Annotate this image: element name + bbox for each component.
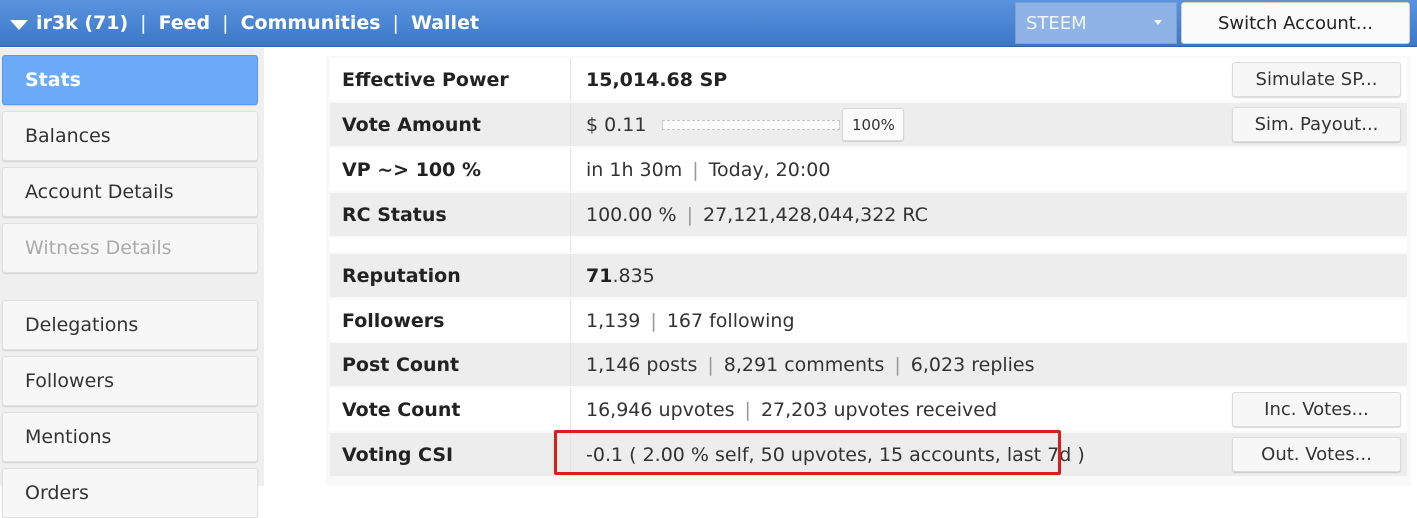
row-label: Voting CSI [342,443,454,466]
row-label: Followers [342,309,445,332]
row-label: Vote Amount [342,113,481,136]
top-bar: ir3k (71) | Feed | Communities | Wallet … [0,0,1417,47]
nav-separator: | [392,12,399,34]
row-label: VP ~> 100 % [342,158,482,181]
value-separator: | [692,158,699,181]
top-nav: ir3k (71) | Feed | Communities | Wallet [10,0,479,46]
column-divider [570,388,571,431]
following-count: 167 following [666,309,795,332]
row-value: 71.835 [586,254,655,297]
nav-separator: | [140,12,147,34]
sidebar-item-delegations[interactable]: Delegations [2,300,258,350]
sim-payout-button[interactable]: Sim. Payout... [1232,107,1401,142]
nav-account-link[interactable]: ir3k (71) [36,12,128,34]
reputation-fraction: .835 [612,264,655,287]
reputation-integer: 71 [586,264,613,287]
row-value: 1,139 | 167 following [586,299,795,342]
row-value: 16,946 upvotes | 27,203 upvotes received [586,388,997,431]
sidebar-item-account-details[interactable]: Account Details [2,167,258,217]
row-label: Vote Count [342,398,461,421]
row-vp: VP ~> 100 % in 1h 30m | Today, 20:00 [330,148,1407,191]
column-divider [570,103,571,146]
value-separator: | [650,309,657,332]
account-dropdown-icon[interactable] [10,19,28,30]
column-divider [570,193,571,236]
row-label: Reputation [342,264,461,287]
row-followers: Followers 1,139 | 167 following [330,299,1407,342]
upvotes-count: 16,946 upvotes [586,398,735,421]
sidebar-item-witness-details: Witness Details [2,223,258,273]
vote-weight-percent[interactable]: 100% [842,108,905,141]
replies-count: 6,023 replies [910,353,1035,376]
incoming-votes-button[interactable]: Inc. Votes... [1232,392,1401,427]
stats-table: Effective Power 15,014.68 SP Simulate SP… [326,56,1411,486]
sidebar-item-stats[interactable]: Stats [2,55,258,105]
vote-amount-value: $ 0.11 [586,113,647,136]
row-label: Post Count [342,353,460,376]
column-divider [570,238,571,252]
sidebar: Stats Balances Account Details Witness D… [0,48,264,518]
row-vote-count: Vote Count 16,946 upvotes | 27,203 upvotes… [330,388,1407,431]
voting-csi-value: -0.1 ( 2.00 % self, 50 upvotes, 15 accou… [586,443,1085,466]
row-spacer [330,238,1407,252]
sidebar-item-balances[interactable]: Balances [2,111,258,161]
posts-count: 1,146 posts [586,353,698,376]
rc-percent: 100.00 % [586,203,677,226]
row-label: RC Status [342,203,447,226]
row-voting-csi: Voting CSI -0.1 ( 2.00 % self, 50 upvote… [330,433,1407,476]
outgoing-votes-button[interactable]: Out. Votes... [1232,437,1401,472]
row-value: 100.00 % | 27,121,428,044,322 RC [586,193,928,236]
chevron-down-icon [1154,20,1162,25]
vp-time: Today, 20:00 [708,158,831,181]
row-post-count: Post Count 1,146 posts | 8,291 comments | 6,… [330,343,1407,386]
effective-power-value: 15,014.68 SP [586,68,728,91]
nav-separator: | [222,12,229,34]
chain-select-value: STEEM [1026,12,1087,34]
value-separator: | [707,353,714,376]
row-effective-power: Effective Power 15,014.68 SP Simulate SP… [330,58,1407,101]
vote-weight-slider[interactable] [662,119,841,130]
simulate-sp-button[interactable]: Simulate SP... [1232,62,1401,97]
sidebar-item-followers[interactable]: Followers [2,356,258,406]
row-rc-status: RC Status 100.00 % | 27,121,428,044,322 RC [330,193,1407,236]
nav-wallet-link[interactable]: Wallet [411,12,479,34]
column-divider [570,433,571,476]
row-value: 1,146 posts | 8,291 comments | 6,023 replies [586,343,1035,386]
row-label: Effective Power [342,68,509,91]
nav-feed-link[interactable]: Feed [159,12,211,34]
sidebar-item-mentions[interactable]: Mentions [2,412,258,462]
row-reputation: Reputation 71.835 [330,254,1407,297]
row-vote-amount: Vote Amount $ 0.11 100% Sim. Payout... [330,103,1407,146]
switch-account-button[interactable]: Switch Account... [1181,2,1410,44]
chain-select[interactable]: STEEM [1015,2,1177,44]
row-value: -0.1 ( 2.00 % self, 50 upvotes, 15 accou… [586,433,1085,476]
row-value: $ 0.11 100% [586,103,905,146]
column-divider [570,58,571,101]
vp-eta: in 1h 30m [586,158,683,181]
column-divider [570,148,571,191]
value-separator: | [894,353,901,376]
sidebar-item-orders[interactable]: Orders [2,468,258,518]
column-divider [570,299,571,342]
column-divider [570,254,571,297]
comments-count: 8,291 comments [723,353,885,376]
row-value: in 1h 30m | Today, 20:00 [586,148,830,191]
value-separator: | [744,398,751,421]
value-separator: | [686,203,693,226]
row-value: 15,014.68 SP [586,58,727,101]
nav-communities-link[interactable]: Communities [241,12,381,34]
followers-count: 1,139 [586,309,641,332]
upvotes-received-count: 27,203 upvotes received [760,398,997,421]
rc-amount: 27,121,428,044,322 RC [702,203,928,226]
column-divider [570,343,571,386]
